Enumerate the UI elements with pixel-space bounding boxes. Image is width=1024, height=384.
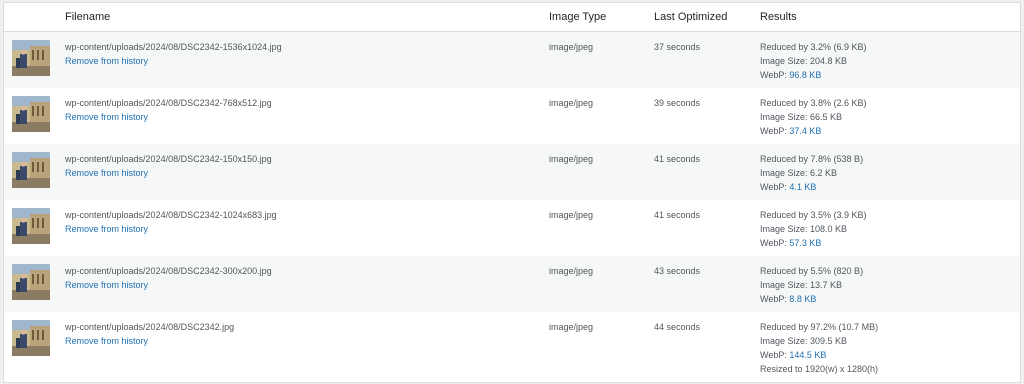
reduction-text: Reduced by 3.5% (3.9 KB) [760,210,867,220]
image-size-text: Image Size: 13.7 KB [760,280,843,290]
filename-text: wp-content/uploads/2024/08/DSC2342-150x1… [65,154,272,164]
reduction-text: Reduced by 5.5% (820 B) [760,266,864,276]
reduction-text: Reduced by 7.8% (538 B) [760,154,864,164]
last-optimized-cell: 43 seconds [654,266,701,276]
webp-label: WebP: [760,238,790,248]
remove-from-history-link[interactable]: Remove from history [65,168,148,178]
resized-text: Resized to 1920(w) x 1280(h) [760,364,879,374]
filename-cell: wp-content/uploads/2024/08/DSC2342-768x5… [65,96,272,124]
webp-label: WebP: [760,294,790,304]
reduction-text: Reduced by 97.2% (10.7 MB) [760,322,879,332]
remove-from-history-link[interactable]: Remove from history [65,224,148,234]
column-header-results: Results [760,11,797,23]
webp-line: WebP: 57.3 KB [760,236,867,250]
last-optimized-cell: 41 seconds [654,154,701,164]
results-cell: Reduced by 5.5% (820 B) Image Size: 13.7… [760,264,863,306]
last-optimized-cell: 44 seconds [654,322,701,332]
filename-cell: wp-content/uploads/2024/08/DSC2342-1024x… [65,208,277,236]
image-thumbnail [12,320,50,356]
image-thumbnail [12,208,50,244]
webp-label: WebP: [760,126,790,136]
webp-size-link[interactable]: 57.3 KB [789,238,821,248]
filename-cell: wp-content/uploads/2024/08/DSC2342-300x2… [65,264,272,292]
webp-size-link[interactable]: 37.4 KB [789,126,821,136]
table-row: wp-content/uploads/2024/08/DSC2342-150x1… [4,144,1020,200]
image-type-cell: image/jpeg [549,98,594,108]
results-cell: Reduced by 7.8% (538 B) Image Size: 6.2 … [760,152,863,194]
column-header-image-type: Image Type [549,11,607,23]
webp-size-link[interactable]: 144.5 KB [789,350,826,360]
image-thumbnail [12,152,50,188]
filename-cell: wp-content/uploads/2024/08/DSC2342.jpg R… [65,320,234,348]
table-row: wp-content/uploads/2024/08/DSC2342-1024x… [4,200,1020,256]
filename-cell: wp-content/uploads/2024/08/DSC2342-1536x… [65,40,282,68]
remove-from-history-link[interactable]: Remove from history [65,280,148,290]
results-cell: Reduced by 3.2% (6.9 KB) Image Size: 204… [760,40,867,82]
image-type-cell: image/jpeg [549,322,594,332]
table-row: wp-content/uploads/2024/08/DSC2342-300x2… [4,256,1020,312]
remove-from-history-link[interactable]: Remove from history [65,56,148,66]
image-type-cell: image/jpeg [549,266,594,276]
reduction-text: Reduced by 3.2% (6.9 KB) [760,42,867,52]
image-thumbnail [12,264,50,300]
filename-text: wp-content/uploads/2024/08/DSC2342-1536x… [65,42,282,52]
webp-line: WebP: 96.8 KB [760,68,867,82]
webp-line: WebP: 144.5 KB [760,348,878,362]
webp-line: WebP: 8.8 KB [760,292,863,306]
image-size-text: Image Size: 66.5 KB [760,112,843,122]
image-thumbnail [12,96,50,132]
filename-cell: wp-content/uploads/2024/08/DSC2342-150x1… [65,152,272,180]
results-cell: Reduced by 3.5% (3.9 KB) Image Size: 108… [760,208,867,250]
image-size-text: Image Size: 108.0 KB [760,224,848,234]
filename-text: wp-content/uploads/2024/08/DSC2342-768x5… [65,98,272,108]
webp-size-link[interactable]: 96.8 KB [789,70,821,80]
webp-line: WebP: 37.4 KB [760,124,867,138]
filename-text: wp-content/uploads/2024/08/DSC2342-300x2… [65,266,272,276]
results-cell: Reduced by 97.2% (10.7 MB) Image Size: 3… [760,320,878,376]
remove-from-history-link[interactable]: Remove from history [65,336,148,346]
results-cell: Reduced by 3.8% (2.6 KB) Image Size: 66.… [760,96,867,138]
webp-label: WebP: [760,182,790,192]
table-row: wp-content/uploads/2024/08/DSC2342-1536x… [4,32,1020,88]
image-type-cell: image/jpeg [549,42,594,52]
last-optimized-cell: 39 seconds [654,98,701,108]
image-type-cell: image/jpeg [549,210,594,220]
image-size-text: Image Size: 6.2 KB [760,168,838,178]
last-optimized-cell: 41 seconds [654,210,701,220]
filename-text: wp-content/uploads/2024/08/DSC2342-1024x… [65,210,277,220]
last-optimized-cell: 37 seconds [654,42,701,52]
webp-label: WebP: [760,350,790,360]
webp-size-link[interactable]: 4.1 KB [789,182,816,192]
image-type-cell: image/jpeg [549,154,594,164]
image-size-text: Image Size: 204.8 KB [760,56,848,66]
webp-line: WebP: 4.1 KB [760,180,863,194]
column-header-last-optimized: Last Optimized [654,11,728,23]
image-thumbnail [12,40,50,76]
webp-size-link[interactable]: 8.8 KB [789,294,816,304]
column-header-filename: Filename [65,11,111,23]
filename-text: wp-content/uploads/2024/08/DSC2342.jpg [65,322,235,332]
table-row: wp-content/uploads/2024/08/DSC2342-768x5… [4,88,1020,144]
table-row: wp-content/uploads/2024/08/DSC2342.jpg R… [4,312,1020,382]
optimization-history-table: Filename Image Type Last Optimized Resul… [3,2,1021,383]
reduction-text: Reduced by 3.8% (2.6 KB) [760,98,867,108]
table-header: Filename Image Type Last Optimized Resul… [4,3,1020,32]
image-size-text: Image Size: 309.5 KB [760,336,848,346]
remove-from-history-link[interactable]: Remove from history [65,112,148,122]
webp-label: WebP: [760,70,790,80]
